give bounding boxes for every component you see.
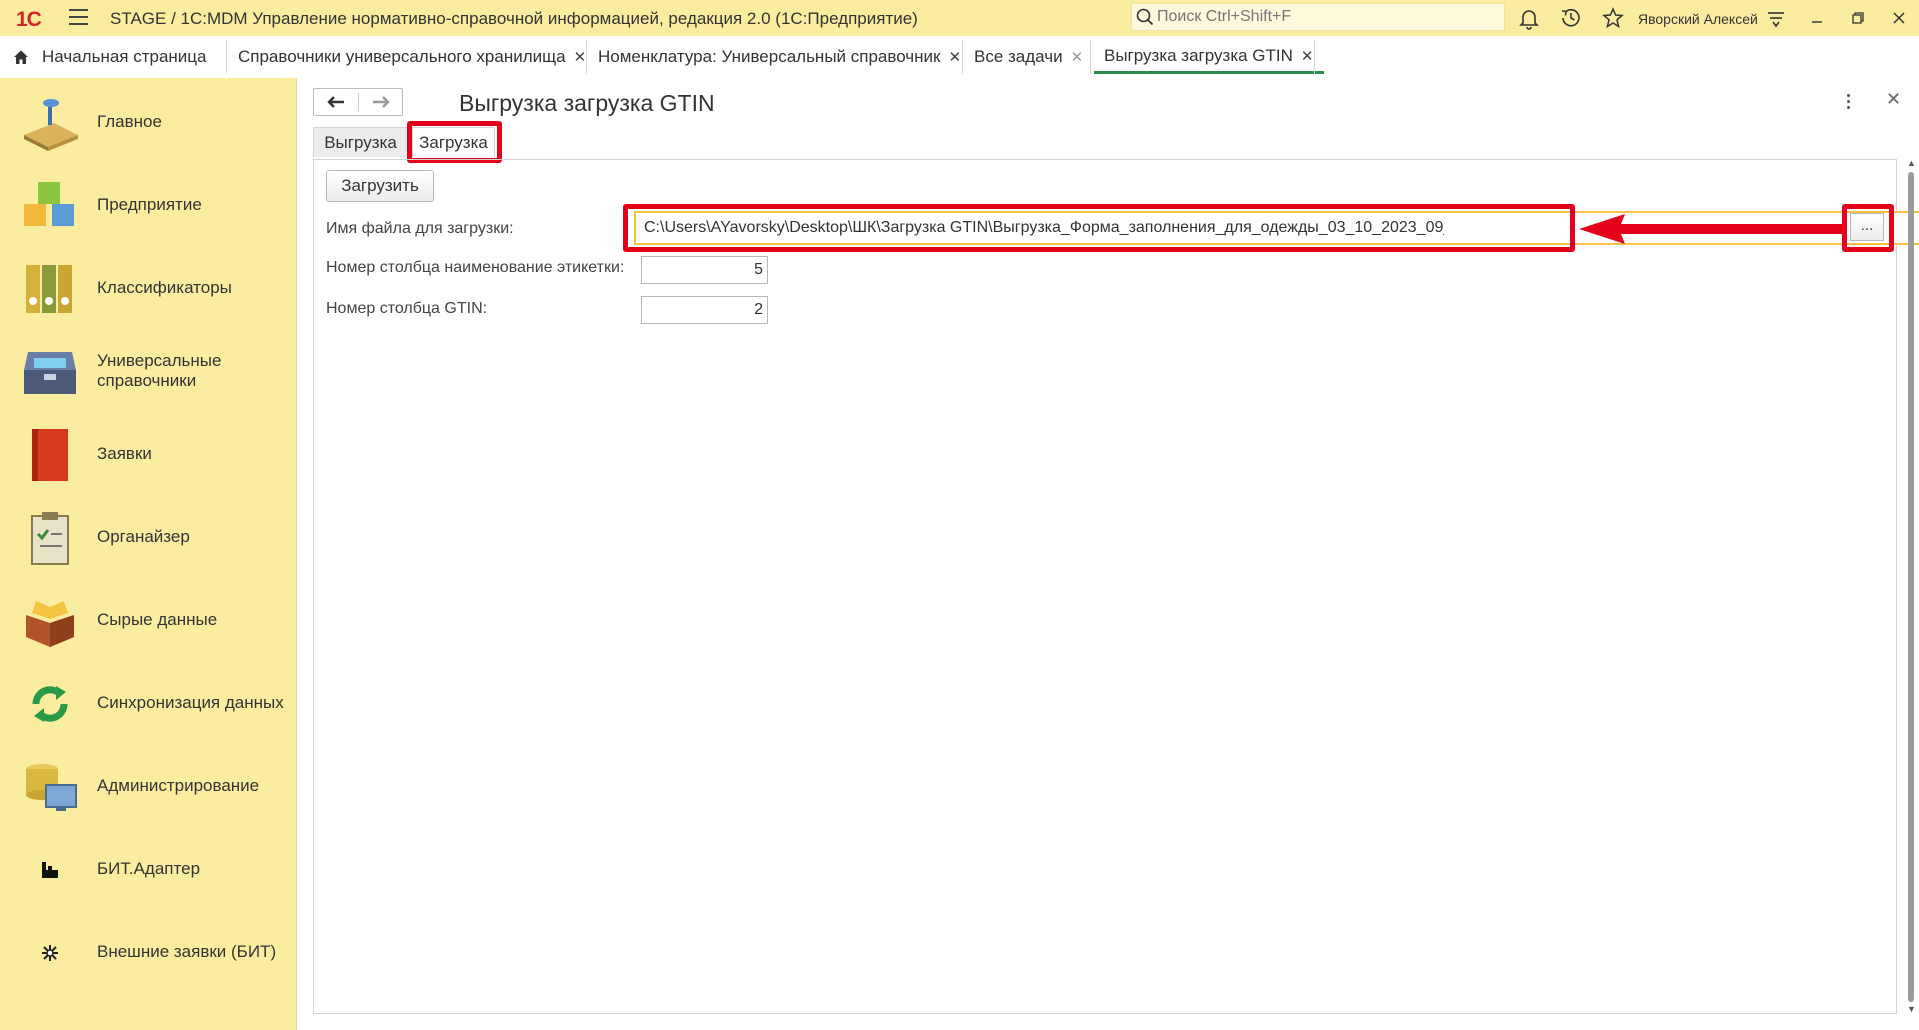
title-bar: 1С STAGE / 1С:MDM Управление нормативно-… [0,0,1919,36]
sidebar-item-administration[interactable]: Администрирование [0,751,296,821]
sidebar-item-label: Администрирование [97,776,260,795]
sidebar-item-external-requests[interactable]: Внешние заявки (БИТ) [0,917,296,987]
scroll-down-icon[interactable]: ▼ [1907,1004,1916,1014]
sidebar-item-label: Сырые данные [97,610,218,629]
home-icon [14,50,28,64]
minimize-icon[interactable] [1805,6,1829,30]
forward-button[interactable] [359,89,403,115]
sync-arrows-icon [32,686,68,722]
tab-nomenclature[interactable]: Номенклатура: Универсальный справочник ✕ [598,40,961,74]
tab-panel [313,159,1897,1014]
tab-divider [586,40,587,74]
sidebar-item-label: Органайзер [97,527,190,546]
tab-label: Начальная страница [42,47,207,66]
sidebar-item-label: Универсальные справочники [97,351,222,390]
restore-icon[interactable] [1846,6,1870,30]
label-column-label: Номер столбца наименование этикетки: [326,259,625,276]
global-search[interactable] [1131,3,1505,31]
open-tabs-bar: Начальная страница Справочники универсал… [0,36,1919,79]
sidebar-item-label: Главное [97,112,162,131]
sidebar-item-main[interactable]: Главное [0,87,296,157]
close-window-icon[interactable] [1887,6,1911,30]
arrow-right-icon [373,96,390,108]
tab-divider [962,40,963,74]
close-icon[interactable]: ✕ [1301,47,1314,65]
highlight-file-field [623,204,1575,252]
sections-sidebar: Главное Предприятие Классификаторы Униве… [0,78,297,1030]
sidebar-item-label: Синхронизация данных [97,693,284,712]
arrow-left-icon [327,96,344,108]
cubes-icon [24,182,74,226]
settings-menu-icon[interactable] [1764,6,1788,30]
search-input[interactable] [1157,6,1497,28]
red-arrow-annotation [1579,214,1843,244]
tab-storage-directories[interactable]: Справочники универсального хранилища ✕ [238,40,586,74]
more-actions-icon[interactable] [1847,94,1851,110]
tab-home[interactable]: Начальная страница [12,40,207,74]
tab-divider [1314,40,1315,74]
history-icon[interactable] [1559,6,1583,30]
tab-export[interactable]: Выгрузка [313,127,408,157]
close-icon[interactable]: ✕ [574,48,587,66]
sidebar-item-enterprise[interactable]: Предприятие [0,170,296,240]
sidebar-item-raw-data[interactable]: Сырые данные [0,585,296,655]
user-name[interactable]: Яворский Алексей [1638,11,1758,27]
gtin-column-field[interactable]: 2 [641,296,768,324]
desk-icon [24,99,78,151]
highlight-choose-button [1842,204,1894,252]
label-column-field[interactable]: 5 [641,256,768,284]
load-button[interactable]: Загрузить [326,170,434,202]
red-book-icon [32,429,68,481]
binders-icon [26,265,72,313]
tab-label: Справочники универсального хранилища [238,47,566,66]
tab-gtin[interactable]: Выгрузка загрузка GTIN ✕ [1094,40,1324,74]
page-title: Выгрузка загрузка GTIN [459,90,715,116]
form-area: Выгрузка загрузка GTIN ✕ Выгрузка Загруз… [297,78,1919,1030]
gtin-column-label: Номер столбца GTIN: [326,300,488,317]
sidebar-item-universal-directories[interactable]: Универсальные справочники [0,336,296,406]
sidebar-item-data-sync[interactable]: Синхронизация данных [0,668,296,738]
sidebar-item-requests[interactable]: Заявки [0,419,296,489]
tab-divider [1090,40,1091,74]
scroll-thumb[interactable] [1908,172,1914,1002]
sidebar-item-label: Внешние заявки (БИТ) [97,942,277,961]
clipboard-icon [31,512,69,565]
close-icon[interactable]: ✕ [948,48,961,66]
asterisk-icon [42,945,58,961]
tab-label: Выгрузка загрузка GTIN [1104,45,1293,65]
sidebar-item-label: Классификаторы [97,278,232,297]
file-name-label: Имя файла для загрузки: [326,220,514,237]
sidebar-item-classifiers[interactable]: Классификаторы [0,253,296,323]
sidebar-item-label: Заявки [97,444,152,463]
tab-label: Все задачи [974,47,1063,66]
scroll-up-icon[interactable]: ▲ [1907,158,1916,168]
toolbox-icon [24,352,76,394]
bit-adapter-icon [42,862,58,878]
vertical-scrollbar[interactable]: ▲ ▼ [1905,158,1917,1018]
window-title: STAGE / 1С:MDM Управление нормативно-спр… [110,9,918,28]
sidebar-item-label: БИТ.Адаптер [97,859,201,878]
sidebar-item-label: Предприятие [97,195,202,214]
bell-icon[interactable] [1517,6,1541,30]
back-button[interactable] [314,89,358,115]
nav-buttons [313,88,403,116]
open-box-icon [26,601,74,647]
sidebar-item-bit-adapter[interactable]: БИТ.Адаптер [0,834,296,904]
menu-icon[interactable] [69,9,88,27]
tab-divider [226,40,227,74]
star-icon[interactable] [1601,6,1625,30]
sidebar-item-organizer[interactable]: Органайзер [0,502,296,572]
highlight-import-tab [407,121,502,163]
tab-all-tasks[interactable]: Все задачи ✕ [974,40,1083,74]
database-computer-icon [26,764,77,811]
tab-label: Номенклатура: Универсальный справочник [598,47,941,66]
close-form-icon[interactable]: ✕ [1886,89,1901,110]
1c-logo[interactable]: 1С [16,8,42,32]
search-icon [1136,8,1154,26]
close-icon[interactable]: ✕ [1071,48,1084,66]
